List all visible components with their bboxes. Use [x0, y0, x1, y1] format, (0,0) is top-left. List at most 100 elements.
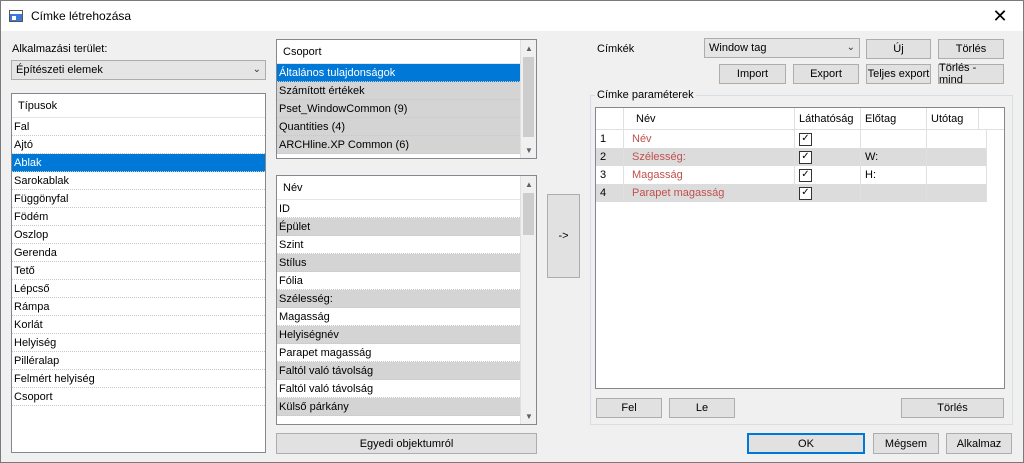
- list-item[interactable]: Számított értékek: [277, 82, 520, 100]
- param-suffix[interactable]: [927, 166, 987, 184]
- list-item[interactable]: Fal: [12, 118, 265, 136]
- list-item[interactable]: Parapet magasság: [277, 344, 520, 362]
- list-item[interactable]: Általános tulajdonságok: [277, 64, 520, 82]
- scroll-up-icon[interactable]: ▲: [521, 176, 536, 192]
- visibility-checkbox[interactable]: ✓: [799, 132, 812, 146]
- transfer-button[interactable]: ->: [547, 194, 580, 278]
- scroll-thumb[interactable]: [523, 57, 534, 137]
- scroll-thumb[interactable]: [523, 193, 534, 235]
- param-num: 2: [596, 148, 624, 166]
- list-item[interactable]: Helyiségnév: [277, 326, 520, 344]
- custom-object-button[interactable]: Egyedi objektumról: [276, 433, 537, 454]
- param-suffix[interactable]: [927, 184, 987, 202]
- list-item[interactable]: Pset_WindowCommon (9): [277, 100, 520, 118]
- list-item[interactable]: Felmért helyiség: [12, 370, 265, 388]
- param-name[interactable]: Parapet magasság: [624, 184, 795, 202]
- group-list[interactable]: Csoport Általános tulajdonságok Számított…: [276, 39, 537, 159]
- param-name[interactable]: Név: [624, 130, 795, 148]
- table-row[interactable]: 2 Szélesség: ✓ W:: [596, 148, 987, 166]
- area-label: Alkalmazási terület:: [12, 43, 108, 55]
- list-item[interactable]: Ajtó: [12, 136, 265, 154]
- labels-label: Címkék: [597, 43, 635, 55]
- param-prefix[interactable]: [861, 130, 927, 148]
- table-row[interactable]: 3 Magasság ✓ H:: [596, 166, 987, 184]
- params-header-prefix: Előtag: [861, 108, 927, 130]
- list-item[interactable]: Stílus: [277, 254, 520, 272]
- list-item[interactable]: Quantities (4): [277, 118, 520, 136]
- params-group-label: Címke paraméterek: [595, 89, 696, 101]
- params-header-num: [596, 108, 624, 130]
- window-title: Címke létrehozása: [31, 9, 132, 23]
- param-prefix[interactable]: W:: [861, 148, 927, 166]
- list-item[interactable]: ARCHline.XP Common (6): [277, 136, 520, 154]
- list-item[interactable]: Oszlop: [12, 226, 265, 244]
- cancel-button[interactable]: Mégsem: [873, 433, 939, 454]
- list-item[interactable]: Gerenda: [12, 244, 265, 262]
- name-list[interactable]: Név ID Épület Szint Stílus Fólia Szélesség: Ma…: [276, 175, 537, 425]
- visibility-checkbox[interactable]: ✓: [799, 186, 812, 200]
- move-down-button[interactable]: Le: [669, 398, 735, 418]
- group-items: Általános tulajdonságok Számított értékek…: [277, 64, 520, 154]
- params-grid[interactable]: Név Láthatóság Előtag Utótag 1 Név ✓ 2 Széle…: [595, 107, 1005, 389]
- list-item[interactable]: Függönyfal: [12, 190, 265, 208]
- close-icon[interactable]: ✕: [977, 1, 1023, 31]
- param-prefix[interactable]: [861, 184, 927, 202]
- table-row[interactable]: 4 Parapet magasság ✓: [596, 184, 987, 202]
- group-scrollbar[interactable]: ▲ ▼: [520, 40, 536, 158]
- list-item[interactable]: Pilléralap: [12, 352, 265, 370]
- new-label-button[interactable]: Új: [866, 39, 931, 59]
- list-item[interactable]: Tető: [12, 262, 265, 280]
- param-name[interactable]: Szélesség:: [624, 148, 795, 166]
- types-list[interactable]: Típusok Fal Ajtó Ablak Sarokablak Függönyfal…: [11, 93, 266, 453]
- param-visibility-cell: ✓: [795, 130, 861, 148]
- scroll-down-icon[interactable]: ▼: [521, 142, 536, 158]
- labels-selected-value: Window tag: [709, 42, 767, 54]
- delete-all-button[interactable]: Törlés - mind: [938, 62, 1004, 86]
- param-suffix[interactable]: [927, 148, 987, 166]
- visibility-checkbox[interactable]: ✓: [799, 168, 812, 182]
- list-item[interactable]: Faltól való távolság: [277, 380, 520, 398]
- import-button[interactable]: Import: [719, 64, 786, 84]
- export-button[interactable]: Export: [793, 64, 859, 84]
- table-row[interactable]: 1 Név ✓: [596, 130, 987, 148]
- ok-button[interactable]: OK: [747, 433, 865, 454]
- list-item[interactable]: Rámpa: [12, 298, 265, 316]
- labels-combobox[interactable]: Window tag ⌄: [704, 38, 860, 58]
- params-header-name: Név: [624, 108, 795, 130]
- delete-label-button[interactable]: Törlés: [938, 39, 1004, 59]
- scroll-down-icon[interactable]: ▼: [521, 408, 536, 424]
- list-item[interactable]: ID: [277, 200, 520, 218]
- list-item[interactable]: Magasság: [277, 308, 520, 326]
- list-item[interactable]: Csoport: [12, 388, 265, 406]
- list-item[interactable]: Korlát: [12, 316, 265, 334]
- list-item[interactable]: Sarokablak: [12, 172, 265, 190]
- params-header-visibility: Láthatóság: [795, 108, 861, 130]
- param-name[interactable]: Magasság: [624, 166, 795, 184]
- list-item[interactable]: Épület: [277, 218, 520, 236]
- list-item[interactable]: Födém: [12, 208, 265, 226]
- move-up-button[interactable]: Fel: [596, 398, 662, 418]
- scroll-up-icon[interactable]: ▲: [521, 40, 536, 56]
- params-header-row: Név Láthatóság Előtag Utótag: [596, 108, 1004, 130]
- full-export-button[interactable]: Teljes export: [866, 64, 931, 84]
- list-item[interactable]: Külső párkány: [277, 398, 520, 416]
- list-item[interactable]: Lépcső: [12, 280, 265, 298]
- dialog-window: Címke létrehozása ✕ Alkalmazási terület:…: [0, 0, 1024, 463]
- list-item[interactable]: Szélesség:: [277, 290, 520, 308]
- types-header: Típusok: [12, 94, 265, 118]
- param-prefix[interactable]: H:: [861, 166, 927, 184]
- area-combobox[interactable]: Építészeti elemek ⌄: [11, 60, 266, 80]
- params-header-suffix: Utótag: [927, 108, 979, 130]
- param-suffix[interactable]: [927, 130, 987, 148]
- apply-button[interactable]: Alkalmaz: [946, 433, 1012, 454]
- visibility-checkbox[interactable]: ✓: [799, 150, 812, 164]
- delete-param-button[interactable]: Törlés: [901, 398, 1004, 418]
- list-item[interactable]: Faltól való távolság: [277, 362, 520, 380]
- list-item[interactable]: Fólia: [277, 272, 520, 290]
- list-item[interactable]: Szint: [277, 236, 520, 254]
- param-visibility-cell: ✓: [795, 166, 861, 184]
- list-item[interactable]: Ablak: [12, 154, 265, 172]
- list-item[interactable]: Helyiség: [12, 334, 265, 352]
- name-scrollbar[interactable]: ▲ ▼: [520, 176, 536, 424]
- group-header: Csoport: [277, 40, 536, 64]
